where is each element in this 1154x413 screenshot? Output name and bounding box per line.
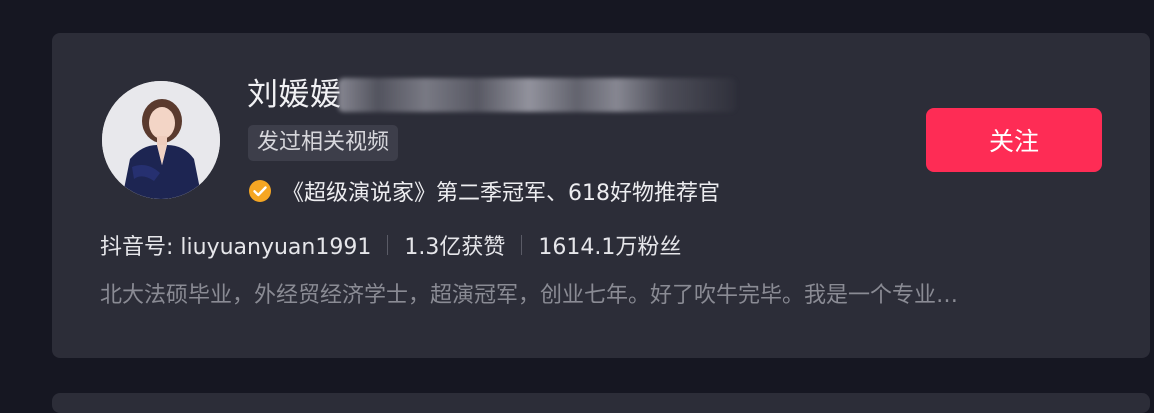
stats-divider: [521, 235, 523, 255]
likes-count: 1.3亿获赞: [404, 235, 506, 260]
related-video-tag: 发过相关视频: [248, 125, 399, 161]
user-name[interactable]: 刘媛媛: [247, 73, 342, 117]
fans-count: 1614.1万粉丝: [538, 235, 682, 260]
user-bio: 北大法硕毕业，外经贸经济学士，超演冠军，创业七年。好了吹牛完毕。我是一个专业…: [100, 283, 959, 308]
verification-text: 《超级演说家》第二季冠军、618好物推荐官: [282, 181, 720, 206]
avatar-image: [102, 81, 220, 199]
verification-row: 《超级演说家》第二季冠军、618好物推荐官: [248, 173, 720, 209]
user-stats: 抖音号: liuyuanyuan1991 1.3亿获赞 1614.1万粉丝: [100, 227, 681, 263]
next-result-card[interactable]: [52, 393, 1150, 413]
avatar[interactable]: [102, 81, 220, 199]
blurred-name-suffix: [337, 78, 736, 112]
follow-button[interactable]: 关注: [926, 108, 1102, 172]
name-row: 刘媛媛: [247, 73, 736, 117]
user-result-card[interactable]: 刘媛媛 发过相关视频 《超级演说家》第二季冠军、618好物推荐官 关注 抖音号:…: [52, 33, 1150, 358]
verified-badge-icon: [249, 180, 271, 202]
stats-divider: [387, 235, 389, 255]
douyin-id: 抖音号: liuyuanyuan1991: [100, 235, 372, 260]
